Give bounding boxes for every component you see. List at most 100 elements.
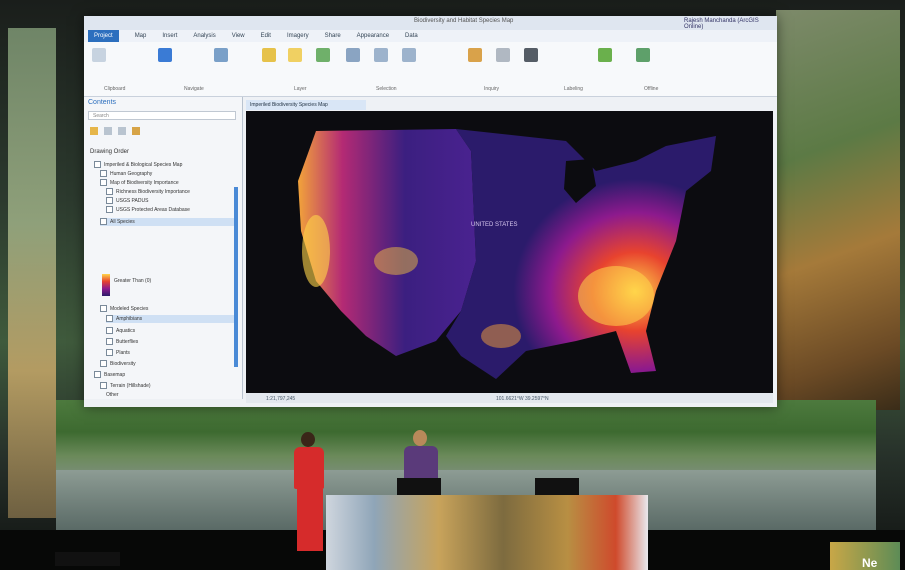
layer-checkbox[interactable] — [94, 161, 101, 169]
group-labeling: Labeling — [564, 86, 583, 92]
layer-checkbox[interactable] — [100, 179, 107, 187]
layer-item[interactable]: Plants — [106, 349, 130, 357]
layer-label: USGS PADUS — [116, 198, 149, 204]
layer-item[interactable]: Biodiversity — [100, 360, 136, 368]
tab-analysis[interactable]: Analysis — [193, 30, 215, 42]
tab-data[interactable]: Data — [405, 30, 418, 42]
hotspot-texas — [481, 324, 521, 348]
bookmarks-icon[interactable] — [214, 48, 228, 62]
layer-item-selected[interactable]: All Species — [100, 218, 236, 226]
layer-item[interactable]: Imperiled & Biological Species Map — [94, 161, 182, 169]
layer-checkbox[interactable] — [106, 197, 113, 205]
paste-icon[interactable] — [92, 48, 106, 62]
heatmap-usa: UNITED STATES — [298, 129, 716, 379]
tab-project[interactable]: Project — [88, 30, 119, 42]
layer-label: Terrain (Hillshade) — [110, 383, 151, 389]
layer-checkbox[interactable] — [100, 170, 107, 178]
group-selection: Selection — [376, 86, 397, 92]
layer-item[interactable]: Map of Biodiversity Importance — [100, 179, 179, 187]
layer-item[interactable]: USGS PADUS — [106, 197, 148, 205]
map-view[interactable]: UNITED STATES — [246, 111, 773, 393]
layer-item[interactable]: Butterflies — [106, 338, 138, 346]
add-data-icon[interactable] — [288, 48, 302, 62]
layer-checkbox[interactable] — [100, 305, 107, 313]
legend-color-ramp — [102, 274, 110, 296]
select-icon[interactable] — [346, 48, 360, 62]
map-country-label: UNITED STATES — [471, 222, 517, 228]
podium-display — [326, 495, 648, 570]
measure-icon[interactable] — [496, 48, 510, 62]
group-offline: Offline — [644, 86, 659, 92]
tab-edit[interactable]: Edit — [261, 30, 271, 42]
layer-label: Biodiversity — [110, 361, 136, 367]
floor-monitor — [55, 552, 120, 566]
projected-app-window: Biodiversity and Habitat Species Map Raj… — [84, 16, 777, 407]
ribbon-tabs: Project Map Insert Analysis View Edit Im… — [84, 30, 777, 42]
tab-appearance[interactable]: Appearance — [357, 30, 389, 42]
layer-label: Butterflies — [116, 339, 139, 345]
tab-imagery[interactable]: Imagery — [287, 30, 309, 42]
layer-item[interactable]: Terrain (Hillshade) — [100, 382, 151, 390]
map-scale[interactable]: 1:21,797,245 — [266, 394, 295, 404]
group-clipboard: Clipboard — [104, 86, 126, 92]
layer-checkbox[interactable] — [106, 327, 113, 335]
tab-share[interactable]: Share — [325, 30, 341, 42]
layer-item[interactable]: Other — [106, 391, 119, 399]
convert-icon[interactable] — [598, 48, 612, 62]
download-map-icon[interactable] — [636, 48, 650, 62]
select-by-attributes-icon[interactable] — [374, 48, 388, 62]
group-layer: Layer — [294, 86, 307, 92]
layer-item[interactable]: Basemap — [94, 371, 125, 379]
basemap-icon[interactable] — [262, 48, 276, 62]
map-tab[interactable]: Imperiled Biodiversity Species Map — [246, 100, 366, 110]
layer-label: USGS Protected Areas Database — [116, 207, 190, 213]
layer-checkbox[interactable] — [94, 371, 101, 379]
contents-search-input[interactable]: Search — [88, 111, 236, 120]
layer-item[interactable]: Human Geography — [100, 170, 152, 178]
tab-view[interactable]: View — [232, 30, 245, 42]
map-coordinates: 101.6621°W 39.2597°N — [496, 396, 549, 402]
layer-label: Map of Biodiversity Importance — [110, 180, 179, 186]
add-preset-icon[interactable] — [316, 48, 330, 62]
layer-label: Modeled Species — [110, 306, 149, 312]
layer-label: Imperiled & Biological Species Map — [104, 162, 183, 168]
layer-checkbox[interactable] — [100, 218, 107, 226]
contents-scrollbar[interactable] — [234, 187, 238, 367]
list-by-source-icon[interactable] — [104, 127, 112, 135]
explore-icon[interactable] — [158, 48, 172, 62]
locate-icon[interactable] — [524, 48, 538, 62]
select-by-location-icon[interactable] — [402, 48, 416, 62]
layer-item[interactable]: Modeled Species — [100, 305, 148, 313]
layer-checkbox[interactable] — [100, 382, 107, 390]
layer-item-selected[interactable]: Amphibians — [106, 315, 236, 323]
tab-insert[interactable]: Insert — [162, 30, 177, 42]
layer-item[interactable]: Richness Biodiversity Importance — [106, 188, 190, 196]
list-by-editing-icon[interactable] — [132, 127, 140, 135]
layer-checkbox[interactable] — [106, 315, 113, 323]
layer-label: All Species — [110, 219, 135, 225]
group-navigate: Navigate — [184, 86, 204, 92]
layer-checkbox[interactable] — [106, 188, 113, 196]
tab-map[interactable]: Map — [135, 30, 147, 42]
list-by-selection-icon[interactable] — [118, 127, 126, 135]
layer-label: Amphibians — [116, 316, 143, 322]
layer-item[interactable]: Aquatics — [106, 327, 135, 335]
group-inquiry: Inquiry — [484, 86, 500, 92]
layer-label: Human Geography — [110, 171, 153, 177]
layer-checkbox[interactable] — [106, 338, 113, 346]
legend-label: Greater Than (0) — [114, 277, 151, 285]
hotspot-california — [302, 215, 330, 287]
layer-item[interactable]: USGS Protected Areas Database — [106, 206, 190, 214]
window-title: Biodiversity and Habitat Species Map — [414, 18, 514, 24]
infographics-icon[interactable] — [468, 48, 482, 62]
layer-checkbox[interactable] — [106, 206, 113, 214]
layer-label: Richness Biodiversity Importance — [116, 189, 190, 195]
corner-text: Ne — [862, 556, 878, 570]
title-bar: Biodiversity and Habitat Species Map Raj… — [84, 16, 777, 30]
layer-checkbox[interactable] — [106, 349, 113, 357]
layer-label: Aquatics — [116, 328, 136, 334]
contents-pane: Contents Search Drawing Order Imperiled … — [84, 97, 243, 399]
ribbon: Clipboard Navigate Layer Selection Inqui… — [84, 42, 777, 97]
list-by-drawing-order-icon[interactable] — [90, 127, 98, 135]
layer-checkbox[interactable] — [100, 360, 107, 368]
